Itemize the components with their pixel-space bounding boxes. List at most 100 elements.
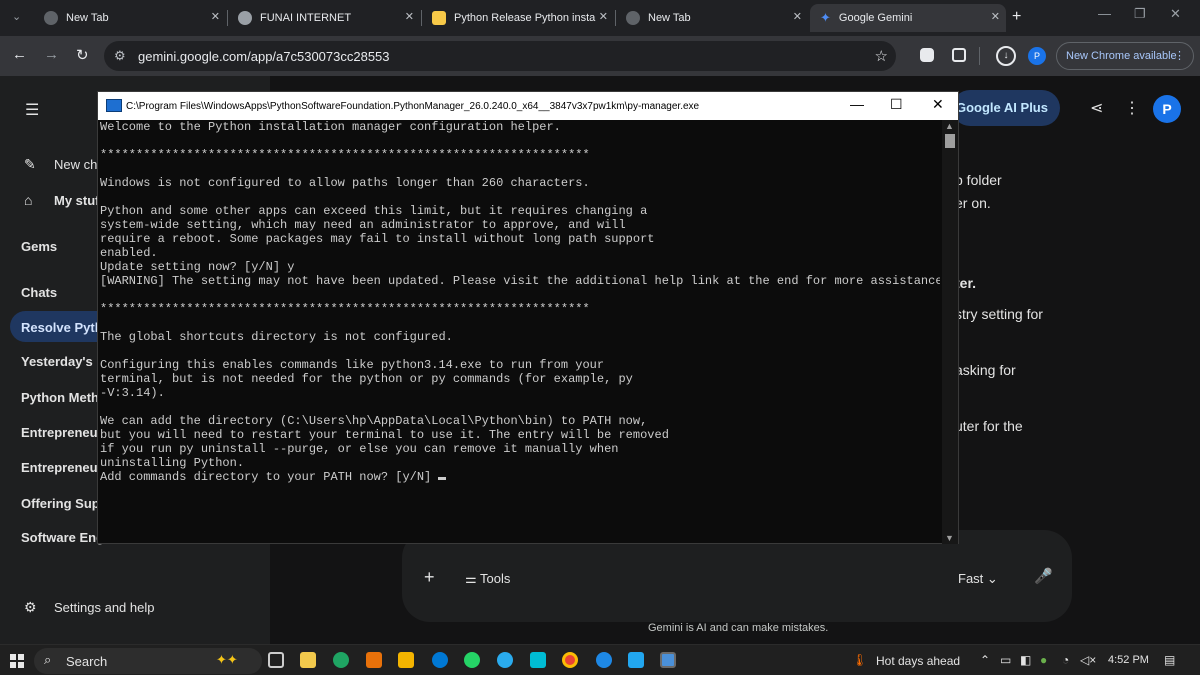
show-hidden-icons[interactable]: ⌃ xyxy=(980,653,990,667)
close-tab-icon[interactable]: ✕ xyxy=(991,10,1000,23)
terminal-app-icon[interactable] xyxy=(660,652,676,668)
chat-item-resolve[interactable]: Resolve Pyth xyxy=(21,320,103,335)
download-icon[interactable]: ↓ xyxy=(996,46,1016,66)
task-view-icon[interactable] xyxy=(268,652,284,668)
hamburger-menu-icon[interactable]: ☰ xyxy=(25,100,39,120)
profile-avatar[interactable]: P xyxy=(1028,47,1046,65)
search-highlight-icon: ✦✦ xyxy=(216,652,238,667)
ai-disclaimer: Gemini is AI and can make mistakes. xyxy=(648,622,829,634)
file-explorer-icon[interactable] xyxy=(300,652,316,668)
terminal-output[interactable]: Welcome to the Python installation manag… xyxy=(100,120,940,544)
new-tab-button[interactable]: + xyxy=(1012,8,1021,26)
terminal-window: C:\Program Files\WindowsApps\PythonSoftw… xyxy=(97,91,959,544)
close-tab-icon[interactable]: ✕ xyxy=(599,10,608,23)
tray-app-icon[interactable]: ◧ xyxy=(1020,653,1031,667)
terminal-line: but you will need to restart your termin… xyxy=(100,428,669,442)
url-text[interactable]: gemini.google.com/app/a7c530073cc28553 xyxy=(138,49,390,64)
scroll-thumb[interactable] xyxy=(945,134,955,148)
store-icon[interactable] xyxy=(398,652,414,668)
app-icon[interactable] xyxy=(596,652,612,668)
terminal-line: Windows is not configured to allow paths… xyxy=(100,176,590,190)
site-info-icon[interactable]: ⚙ xyxy=(114,48,126,64)
outlook-icon[interactable] xyxy=(432,652,448,668)
terminal-line: -V:3.14). xyxy=(100,386,165,400)
close-window-icon[interactable]: ✕ xyxy=(932,96,944,113)
close-tab-icon[interactable]: ✕ xyxy=(211,10,220,23)
terminal-title-bar[interactable]: C:\Program Files\WindowsApps\PythonSoftw… xyxy=(98,92,958,120)
terminal-line: ****************************************… xyxy=(100,148,590,162)
mode-label: Fast xyxy=(958,571,984,586)
tab-title: FUNAI INTERNET xyxy=(260,12,352,24)
scroll-down-icon[interactable]: ▼ xyxy=(945,533,954,543)
terminal-line: system-wide setting, which may need an a… xyxy=(100,218,626,232)
app-icon[interactable] xyxy=(366,652,382,668)
gems-heading[interactable]: Gems xyxy=(21,239,57,254)
new-chrome-available-button[interactable]: New Chrome available ⋮ xyxy=(1056,42,1194,70)
google-ai-plus-button[interactable]: Google AI Plus xyxy=(952,90,1060,126)
back-arrow-icon[interactable]: ← xyxy=(12,46,27,63)
tray-app-icon[interactable]: ● xyxy=(1040,653,1047,667)
close-tab-icon[interactable]: ✕ xyxy=(793,10,802,23)
windows-taskbar: ⌕ Search ✦✦ 🌡 Hot days ahead ⌃ ▭ ◧ ● ◔ ◁… xyxy=(0,644,1200,675)
chat-item[interactable]: Offering Supp xyxy=(21,496,108,511)
close-window-icon[interactable]: ✕ xyxy=(1170,6,1181,22)
tools-button[interactable]: ⚌ Tools xyxy=(465,571,510,587)
camera-icon[interactable] xyxy=(920,48,934,62)
terminal-prompt: Add commands directory to your PATH now?… xyxy=(100,470,439,484)
app-icon[interactable] xyxy=(530,652,546,668)
terminal-line: Update setting now? [y/N] y xyxy=(100,260,295,274)
account-avatar[interactable]: P xyxy=(1153,95,1181,123)
minimize-icon[interactable]: — xyxy=(1098,6,1111,21)
edge-icon[interactable] xyxy=(333,652,349,668)
more-options-icon[interactable]: ⋮ xyxy=(1124,98,1140,118)
chat-item[interactable]: Python Meth xyxy=(21,390,99,405)
response-text: asking for xyxy=(955,362,1016,378)
restore-icon[interactable]: ❐ xyxy=(1134,6,1146,22)
tab-search-icon[interactable]: ⌄ xyxy=(12,10,21,23)
scroll-up-icon[interactable]: ▲ xyxy=(945,121,954,131)
tab-funai-internet[interactable]: FUNAI INTERNET ✕ xyxy=(230,4,420,32)
extensions-icon[interactable] xyxy=(952,48,966,62)
maximize-icon[interactable]: ☐ xyxy=(890,96,903,113)
new-chat-button[interactable]: New ch xyxy=(54,157,97,172)
chat-item[interactable]: Entrepreneur xyxy=(21,425,103,440)
ai-plus-label: Google AI Plus xyxy=(956,100,1048,115)
reload-icon[interactable]: ↻ xyxy=(76,46,89,64)
tab-new-tab-2[interactable]: New Tab ✕ xyxy=(618,4,808,32)
chrome-icon[interactable] xyxy=(562,652,578,668)
forward-arrow-icon[interactable]: → xyxy=(44,46,59,63)
terminal-scrollbar[interactable]: ▲ ▼ xyxy=(942,120,958,544)
more-menu-icon[interactable]: ⋮ xyxy=(1174,43,1185,69)
bookmark-star-icon[interactable]: ☆ xyxy=(875,47,888,65)
notifications-icon[interactable]: ▤ xyxy=(1164,653,1175,667)
microphone-icon[interactable]: 🎤 xyxy=(1034,567,1053,585)
chevron-down-icon: ⌄ xyxy=(986,571,998,586)
wifi-icon[interactable]: ◔ xyxy=(1062,653,1069,667)
tab-new-tab-1[interactable]: New Tab ✕ xyxy=(36,4,226,32)
model-mode-selector[interactable]: Fast ⌄ xyxy=(958,571,998,587)
tray-app-icon[interactable]: ▭ xyxy=(1000,653,1011,667)
add-attachment-icon[interactable]: + xyxy=(424,567,435,588)
my-stuff-link[interactable]: My stuf xyxy=(54,193,100,208)
chat-item[interactable]: Entrepreneur xyxy=(21,460,103,475)
address-bar[interactable]: ⚙ gemini.google.com/app/a7c530073cc28553… xyxy=(104,41,896,71)
minimize-icon[interactable]: — xyxy=(850,96,864,112)
close-tab-icon[interactable]: ✕ xyxy=(405,10,414,23)
share-icon[interactable]: ⋖ xyxy=(1090,98,1103,118)
vscode-icon[interactable] xyxy=(628,652,644,668)
taskbar-clock[interactable]: 4:52 PM xyxy=(1108,654,1149,666)
weather-widget[interactable]: Hot days ahead xyxy=(876,654,960,668)
whatsapp-icon[interactable] xyxy=(464,652,480,668)
chat-item[interactable]: Software Eng xyxy=(21,530,104,545)
tab-python-release[interactable]: Python Release Python insta ✕ xyxy=(424,4,614,32)
taskbar-search-box[interactable]: ⌕ Search ✦✦ xyxy=(34,648,262,674)
telegram-icon[interactable] xyxy=(497,652,513,668)
tab-google-gemini[interactable]: ✦ Google Gemini ✕ xyxy=(810,4,1006,32)
volume-icon[interactable]: ◁× xyxy=(1080,653,1096,667)
chat-item[interactable]: Yesterday's B xyxy=(21,354,106,369)
windows-start-icon[interactable] xyxy=(10,654,24,668)
settings-and-help-link[interactable]: Settings and help xyxy=(54,600,154,615)
